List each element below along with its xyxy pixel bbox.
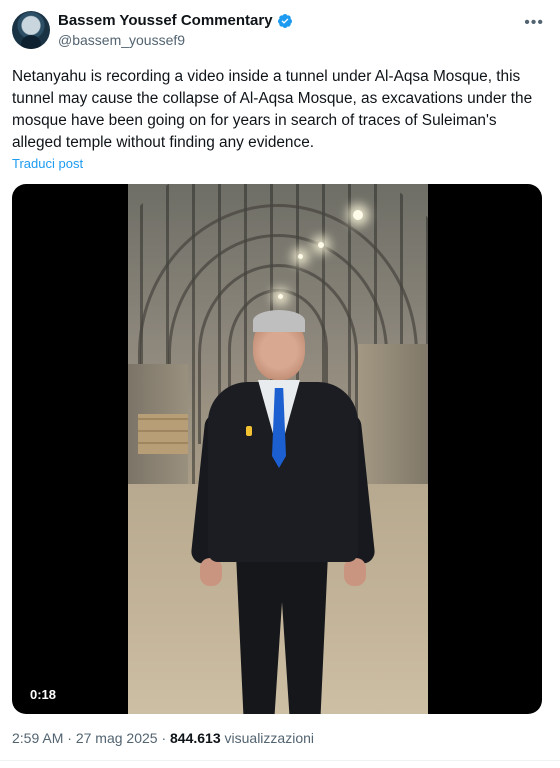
video-player[interactable]: 0:18 — [12, 184, 542, 714]
tweet-header: Bassem Youssef Commentary @bassem_yousse… — [12, 10, 548, 54]
video-duration: 0:18 — [30, 687, 57, 702]
author-handle[interactable]: @bassem_youssef9 — [58, 32, 185, 48]
tweet-text: Netanyahu is recording a video inside a … — [12, 68, 533, 151]
tweet-date[interactable]: 27 mag 2025 — [76, 730, 158, 746]
lapel-pin — [246, 426, 252, 436]
hand-left — [200, 558, 222, 586]
person-in-suit — [190, 310, 376, 714]
ceiling-light — [353, 210, 363, 220]
translate-post-link[interactable]: Traduci post — [12, 156, 83, 171]
ceiling-light — [318, 242, 324, 248]
hair — [253, 310, 305, 332]
tweet-time[interactable]: 2:59 AM — [12, 730, 63, 746]
author-display-name[interactable]: Bassem Youssef Commentary — [58, 12, 273, 29]
avatar[interactable] — [12, 11, 50, 49]
views-label: visualizzazioni — [224, 730, 314, 746]
tweet-meta: 2:59 AM · 27 mag 2025 · 844.613 visualiz… — [12, 730, 314, 746]
views-count: 844.613 — [170, 730, 221, 746]
stone-blocks — [138, 414, 188, 454]
meta-separator: · — [161, 730, 167, 746]
more-options-icon[interactable]: ••• — [524, 14, 544, 32]
hand-right — [344, 558, 366, 586]
meta-separator: · — [67, 730, 72, 746]
video-frame — [128, 184, 428, 714]
legs — [236, 554, 328, 714]
verified-badge-icon — [277, 13, 292, 28]
divider — [0, 760, 560, 761]
author-name-row: Bassem Youssef Commentary — [58, 12, 293, 29]
ceiling-light — [278, 294, 283, 299]
ceiling-light — [298, 254, 303, 259]
